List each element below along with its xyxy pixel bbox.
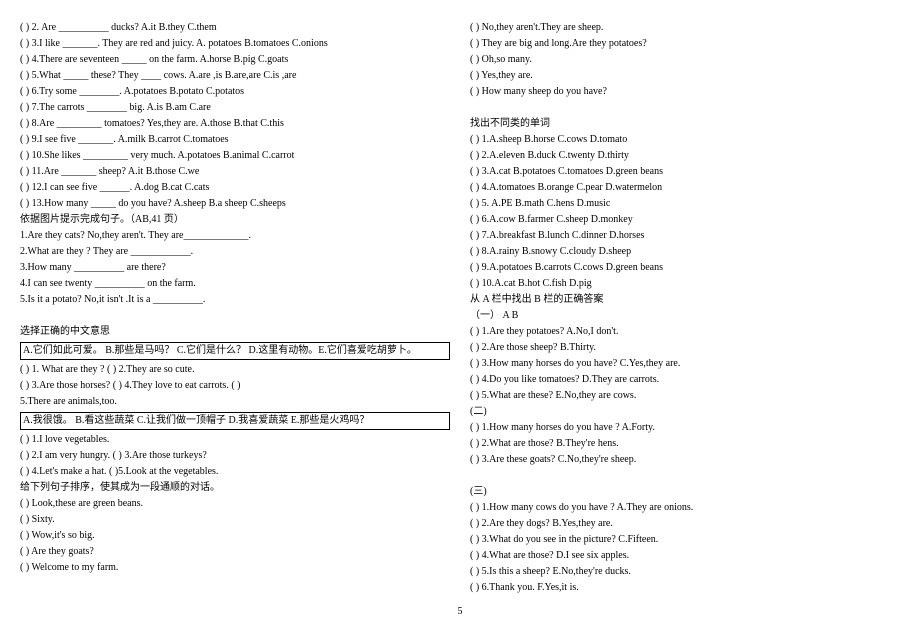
question-7: ( ) 7.The carrots ________ big. A.is B.a… bbox=[20, 100, 450, 116]
right-column: ( ) No,they aren't.They are sheep. ( ) T… bbox=[470, 20, 900, 596]
match-1-q3: ( ) 3.How many horses do you have? C.Yes… bbox=[470, 356, 900, 372]
left-column: ( ) 2. Are __________ ducks? A.it B.they… bbox=[20, 20, 450, 596]
conv-1: ( ) No,they aren't.They are sheep. bbox=[470, 20, 900, 36]
conv-3: ( ) Oh,so many. bbox=[470, 52, 900, 68]
answer-box-1: A.它们如此可爱。 B.那些是马吗？ C.它们是什么？ D.这里有动物。E.它们… bbox=[20, 342, 450, 360]
match-2-q2: ( ) 2.What are those? B.They're hens. bbox=[470, 436, 900, 452]
section-1-title: 依据图片提示完成句子。（AB,41 页） bbox=[20, 212, 450, 228]
section-3-title: 给下列句子排序，使其成为一段通顺的对话。 bbox=[20, 480, 450, 496]
match-3-q3: ( ) 3.What do you see in the picture? C.… bbox=[470, 532, 900, 548]
odd-q5: ( ) 5. A.PE B.math C.hens D.music bbox=[470, 196, 900, 212]
match-1-q5: ( ) 5.What are these? E.No,they are cows… bbox=[470, 388, 900, 404]
match-3-q1: ( ) 1.How many cows do you have ? A.They… bbox=[470, 500, 900, 516]
odd-q8: ( ) 8.A.rainy B.snowy C.cloudy D.sheep bbox=[470, 244, 900, 260]
question-8: ( ) 8.Are _________ tomatoes? Yes,they a… bbox=[20, 116, 450, 132]
match-2-q3: ( ) 3.Are these goats? C.No,they're shee… bbox=[470, 452, 900, 468]
match-3-q6: ( ) 6.Thank you. F.Yes,it is. bbox=[470, 580, 900, 596]
question-5: ( ) 5.What _____ these? They ____ cows. … bbox=[20, 68, 450, 84]
odd-q3: ( ) 3.A.cat B.potatoes C.tomatoes D.gree… bbox=[470, 164, 900, 180]
section-1-q4: 4.I can see twenty __________ on the far… bbox=[20, 276, 450, 292]
question-12: ( ) 12.I can see five ______. A.dog B.ca… bbox=[20, 180, 450, 196]
odd-q10: ( ) 10.A.cat B.hot C.fish D.pig bbox=[470, 276, 900, 292]
question-13: ( ) 13.How many _____ do you have? A.she… bbox=[20, 196, 450, 212]
section-2b-q1: ( ) 1.I love vegetables. bbox=[20, 432, 450, 448]
section-1-q5: 5.Is it a potato? No,it isn't .It is a _… bbox=[20, 292, 450, 308]
odd-q6: ( ) 6.A.cow B.farmer C.sheep D.monkey bbox=[470, 212, 900, 228]
question-10: ( ) 10.She likes _________ very much. A.… bbox=[20, 148, 450, 164]
match-2-label: (二) bbox=[470, 404, 900, 420]
question-6: ( ) 6.Try some ________. A.potatoes B.po… bbox=[20, 84, 450, 100]
question-3: ( ) 3.I like _______. They are red and j… bbox=[20, 36, 450, 52]
match-1-q4: ( ) 4.Do you like tomatoes? D.They are c… bbox=[470, 372, 900, 388]
section-3-q4: ( ) Are they goats? bbox=[20, 544, 450, 560]
match-title: 从 A 栏中找出 B 栏的正确答案 bbox=[470, 292, 900, 308]
question-9: ( ) 9.I see five _______. A.milk B.carro… bbox=[20, 132, 450, 148]
match-3-label: (三) bbox=[470, 484, 900, 500]
odd-q7: ( ) 7.A.breakfast B.lunch C.dinner D.hor… bbox=[470, 228, 900, 244]
match-3-q5: ( ) 5.Is this a sheep? E.No,they're duck… bbox=[470, 564, 900, 580]
section-1-q2: 2.What are they ? They are ____________. bbox=[20, 244, 450, 260]
match-2-q1: ( ) 1.How many horses do you have ? A.Fo… bbox=[470, 420, 900, 436]
section-2-title: 选择正确的中文意思 bbox=[20, 324, 450, 340]
question-11: ( ) 11.Are _______ sheep? A.it B.those C… bbox=[20, 164, 450, 180]
section-3-q2: ( ) Sixty. bbox=[20, 512, 450, 528]
section-3-q1: ( ) Look,these are green beans. bbox=[20, 496, 450, 512]
section-2-q1: ( ) 1. What are they ? ( ) 2.They are so… bbox=[20, 362, 450, 378]
match-1-label: （一） A B bbox=[470, 308, 900, 324]
section-1-q3: 3.How many __________ are there? bbox=[20, 260, 450, 276]
section-2b-q2: ( ) 2.I am very hungry. ( ) 3.Are those … bbox=[20, 448, 450, 464]
section-2b-q4: ( ) 4.Let's make a hat. ( )5.Look at the… bbox=[20, 464, 450, 480]
section-3-q3: ( ) Wow,it's so big. bbox=[20, 528, 450, 544]
conv-2: ( ) They are big and long.Are they potat… bbox=[470, 36, 900, 52]
section-3-q5: ( ) Welcome to my farm. bbox=[20, 560, 450, 576]
odd-q4: ( ) 4.A.tomatoes B.orange C.pear D.water… bbox=[470, 180, 900, 196]
odd-one-out-title: 找出不同类的单词 bbox=[470, 116, 900, 132]
odd-q1: ( ) 1.A.sheep B.horse C.cows D.tomato bbox=[470, 132, 900, 148]
question-2: ( ) 2. Are __________ ducks? A.it B.they… bbox=[20, 20, 450, 36]
answer-box-2: A.我很饿。 B.看这些蔬菜 C.让我们做一顶帽子 D.我喜爱蔬菜 E.那些是火… bbox=[20, 412, 450, 430]
conv-4: ( ) Yes,they are. bbox=[470, 68, 900, 84]
match-3-q2: ( ) 2.Are they dogs? B.Yes,they are. bbox=[470, 516, 900, 532]
odd-q9: ( ) 9.A.potatoes B.carrots C.cows D.gree… bbox=[470, 260, 900, 276]
match-1-q2: ( ) 2.Are those sheep? B.Thirty. bbox=[470, 340, 900, 356]
section-2-q5: 5.There are animals,too. bbox=[20, 394, 450, 410]
section-1-q1: 1.Are they cats? No,they aren't. They ar… bbox=[20, 228, 450, 244]
conv-5: ( ) How many sheep do you have? bbox=[470, 84, 900, 100]
question-4: ( ) 4.There are seventeen _____ on the f… bbox=[20, 52, 450, 68]
match-1-q1: ( ) 1.Are they potatoes? A.No,I don't. bbox=[470, 324, 900, 340]
match-3-q4: ( ) 4.What are those? D.I see six apples… bbox=[470, 548, 900, 564]
page-number: 5 bbox=[20, 606, 900, 617]
odd-q2: ( ) 2.A.eleven B.duck C.twenty D.thirty bbox=[470, 148, 900, 164]
section-2-q3: ( ) 3.Are those horses? ( ) 4.They love … bbox=[20, 378, 450, 394]
